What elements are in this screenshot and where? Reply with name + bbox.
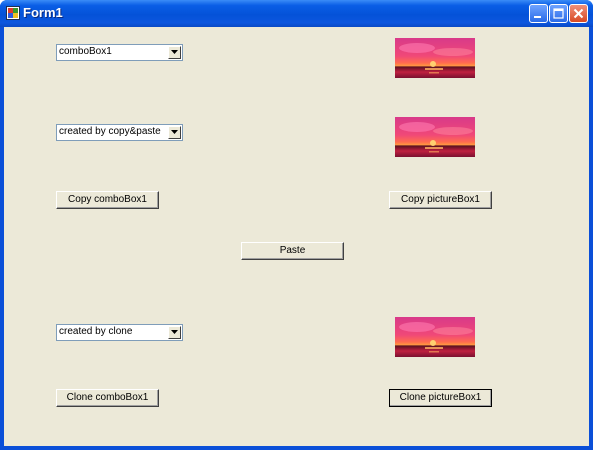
sunset-image: [395, 117, 475, 157]
combobox-2-text: created by copy&paste: [59, 126, 161, 137]
chevron-down-icon: [171, 130, 178, 134]
clone-picturebox-button[interactable]: Clone pictureBox1: [389, 389, 492, 407]
combobox-3-text: created by clone: [59, 326, 133, 337]
clone-combobox-button[interactable]: Clone comboBox1: [56, 389, 159, 407]
picture-box-1: [395, 38, 475, 78]
minimize-button[interactable]: [529, 4, 548, 23]
dropdown-arrow-button[interactable]: [168, 126, 181, 139]
maximize-icon: [553, 8, 564, 19]
combobox-clone[interactable]: created by clone: [56, 324, 183, 341]
copy-picturebox-button[interactable]: Copy pictureBox1: [389, 191, 492, 209]
sunset-image: [395, 38, 475, 78]
close-icon: [573, 8, 584, 19]
copy-combobox-button[interactable]: Copy comboBox1: [56, 191, 159, 209]
combobox-1-text: comboBox1: [59, 46, 112, 57]
picture-box-clone: [395, 317, 475, 357]
sunset-image: [395, 317, 475, 357]
minimize-icon: [534, 16, 541, 18]
client-area: comboBox1 created by copy&paste Copy com…: [4, 27, 589, 446]
chevron-down-icon: [171, 50, 178, 54]
paste-button[interactable]: Paste: [241, 242, 344, 260]
combobox-copy-paste[interactable]: created by copy&paste: [56, 124, 183, 141]
app-icon: [6, 6, 20, 20]
picture-box-copy-paste: [395, 117, 475, 157]
chevron-down-icon: [171, 330, 178, 334]
combobox-1[interactable]: comboBox1: [56, 44, 183, 61]
dropdown-arrow-button[interactable]: [168, 46, 181, 59]
title-bar[interactable]: Form1: [0, 0, 593, 27]
close-button[interactable]: [569, 4, 588, 23]
form-window: Form1 comboBox1 created by copy&paste Co…: [0, 0, 593, 450]
dropdown-arrow-button[interactable]: [168, 326, 181, 339]
maximize-button[interactable]: [549, 4, 568, 23]
window-title: Form1: [23, 5, 63, 20]
